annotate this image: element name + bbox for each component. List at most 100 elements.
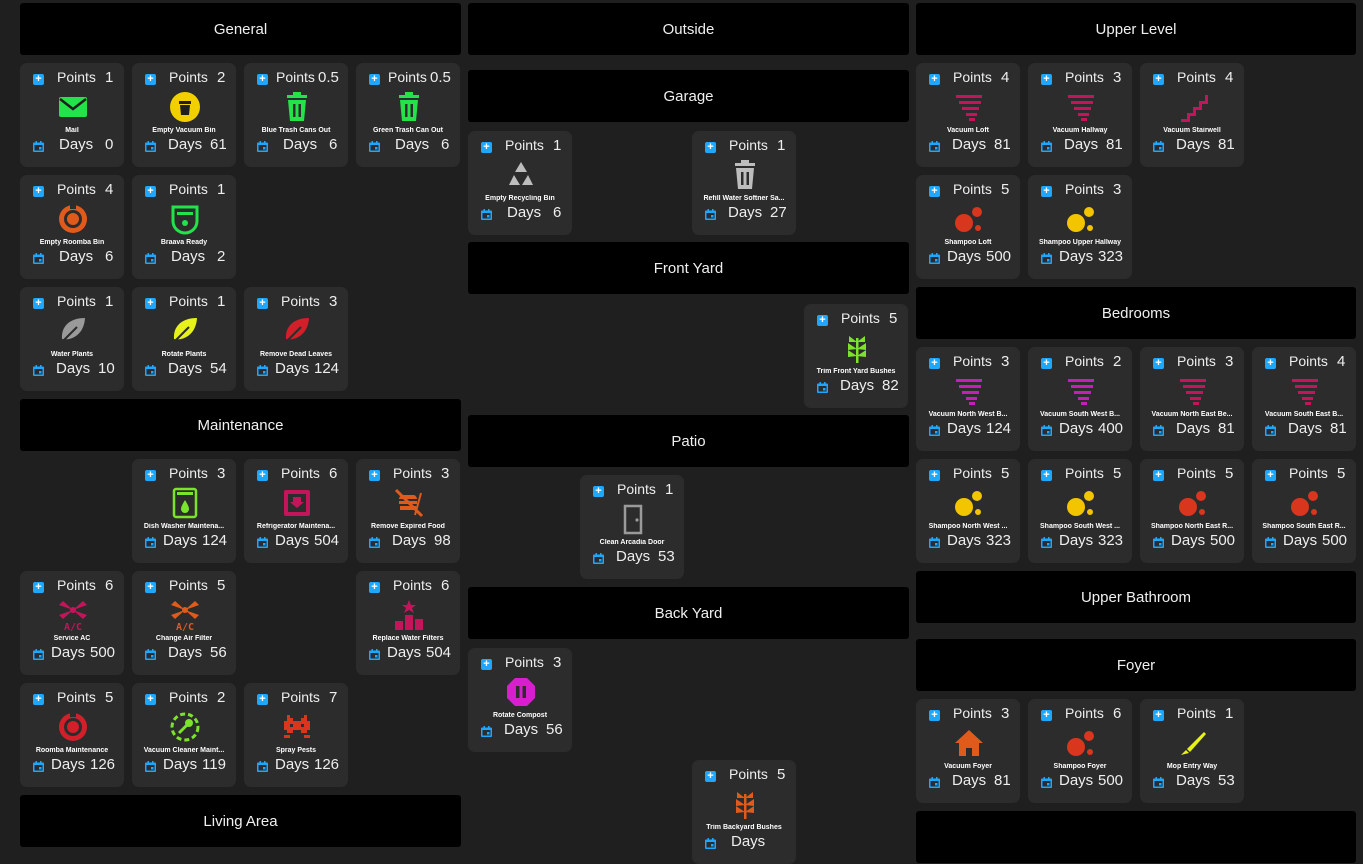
calendar-icon[interactable] xyxy=(257,761,268,772)
add-points-icon[interactable]: + xyxy=(929,74,940,85)
calendar-icon[interactable] xyxy=(929,777,940,788)
chore-card[interactable]: + Points 3 Dish Washer Maintena... Days 124 xyxy=(132,459,236,563)
chore-card[interactable]: + Points 0.5 Green Trash Can Out Days 6 xyxy=(356,63,460,167)
chore-card[interactable]: + Points 6 Shampoo Foyer Days 500 xyxy=(1028,699,1132,803)
add-points-icon[interactable]: + xyxy=(369,582,380,593)
chore-card[interactable]: + Points 3 Vacuum Hallway Days 81 xyxy=(1028,63,1132,167)
calendar-icon[interactable] xyxy=(1153,777,1164,788)
calendar-icon[interactable] xyxy=(1041,537,1052,548)
chore-card[interactable]: + Points 3 Vacuum North East Be... Days 81 xyxy=(1140,347,1244,451)
add-points-icon[interactable]: + xyxy=(1041,186,1052,197)
chore-card[interactable]: + Points 4 Empty Roomba Bin Days 6 xyxy=(20,175,124,279)
chore-card[interactable]: + Points 3 Vacuum North West B... Days 124 xyxy=(916,347,1020,451)
chore-card[interactable]: + Points 1 Rotate Plants Days 54 xyxy=(132,287,236,391)
calendar-icon[interactable] xyxy=(1153,425,1164,436)
calendar-icon[interactable] xyxy=(369,141,380,152)
add-points-icon[interactable]: + xyxy=(257,694,268,705)
add-points-icon[interactable]: + xyxy=(1041,710,1052,721)
chore-card[interactable]: + Points 2 Vacuum South West B... Days 400 xyxy=(1028,347,1132,451)
calendar-icon[interactable] xyxy=(33,253,44,264)
chore-card[interactable]: + Points 0.5 Blue Trash Cans Out Days 6 xyxy=(244,63,348,167)
add-points-icon[interactable]: + xyxy=(33,298,44,309)
calendar-icon[interactable] xyxy=(1041,425,1052,436)
calendar-icon[interactable] xyxy=(1041,253,1052,264)
chore-card[interactable]: + Points 1 Clean Arcadia Door Days 53 xyxy=(580,475,684,579)
chore-card[interactable]: + Points 6 A/C Service AC Days 500 xyxy=(20,571,124,675)
add-points-icon[interactable]: + xyxy=(33,694,44,705)
add-points-icon[interactable]: + xyxy=(1153,470,1164,481)
add-points-icon[interactable]: + xyxy=(369,74,380,85)
add-points-icon[interactable]: + xyxy=(369,470,380,481)
chore-card[interactable]: + Points 4 Vacuum Stairwell Days 81 xyxy=(1140,63,1244,167)
add-points-icon[interactable]: + xyxy=(257,470,268,481)
chore-card[interactable]: + Points 5 Trim Backyard Bushes Days xyxy=(692,760,796,864)
calendar-icon[interactable] xyxy=(593,553,604,564)
add-points-icon[interactable]: + xyxy=(1265,358,1276,369)
calendar-icon[interactable] xyxy=(145,761,156,772)
chore-card[interactable]: + Points 3 Remove Expired Food Days 98 xyxy=(356,459,460,563)
add-points-icon[interactable]: + xyxy=(1041,74,1052,85)
add-points-icon[interactable]: + xyxy=(33,74,44,85)
calendar-icon[interactable] xyxy=(257,141,268,152)
calendar-icon[interactable] xyxy=(33,649,44,660)
chore-card[interactable]: + Points 5 Shampoo North East R... Days 500 xyxy=(1140,459,1244,563)
add-points-icon[interactable]: + xyxy=(145,470,156,481)
calendar-icon[interactable] xyxy=(257,537,268,548)
calendar-icon[interactable] xyxy=(929,141,940,152)
calendar-icon[interactable] xyxy=(481,726,492,737)
add-points-icon[interactable]: + xyxy=(481,142,492,153)
add-points-icon[interactable]: + xyxy=(929,470,940,481)
chore-card[interactable]: + Points 6 Replace Water Filters Days 504 xyxy=(356,571,460,675)
add-points-icon[interactable]: + xyxy=(1265,470,1276,481)
add-points-icon[interactable]: + xyxy=(929,186,940,197)
calendar-icon[interactable] xyxy=(1041,777,1052,788)
add-points-icon[interactable]: + xyxy=(1041,470,1052,481)
calendar-icon[interactable] xyxy=(145,253,156,264)
add-points-icon[interactable]: + xyxy=(145,582,156,593)
add-points-icon[interactable]: + xyxy=(929,358,940,369)
chore-card[interactable]: + Points 5 Trim Front Yard Bushes Days 82 xyxy=(804,304,908,408)
chore-card[interactable]: + Points 5 A/C Change Air Filter Days 56 xyxy=(132,571,236,675)
chore-card[interactable]: + Points 6 Refrigerator Maintena... Days 504 xyxy=(244,459,348,563)
add-points-icon[interactable]: + xyxy=(1041,358,1052,369)
add-points-icon[interactable]: + xyxy=(1153,358,1164,369)
chore-card[interactable]: + Points 5 Shampoo South East R... Days 500 xyxy=(1252,459,1356,563)
chore-card[interactable]: + Points 2 Vacuum Cleaner Maint... Days 119 xyxy=(132,683,236,787)
chore-card[interactable]: + Points 5 Roomba Maintenance Days 126 xyxy=(20,683,124,787)
chore-card[interactable]: + Points 4 Vacuum South East B... Days 81 xyxy=(1252,347,1356,451)
calendar-icon[interactable] xyxy=(929,425,940,436)
calendar-icon[interactable] xyxy=(1041,141,1052,152)
add-points-icon[interactable]: + xyxy=(929,710,940,721)
add-points-icon[interactable]: + xyxy=(33,186,44,197)
add-points-icon[interactable]: + xyxy=(33,582,44,593)
add-points-icon[interactable]: + xyxy=(145,74,156,85)
add-points-icon[interactable]: + xyxy=(257,298,268,309)
add-points-icon[interactable]: + xyxy=(1153,710,1164,721)
calendar-icon[interactable] xyxy=(705,209,716,220)
add-points-icon[interactable]: + xyxy=(705,771,716,782)
calendar-icon[interactable] xyxy=(369,537,380,548)
calendar-icon[interactable] xyxy=(929,537,940,548)
calendar-icon[interactable] xyxy=(145,649,156,660)
chore-card[interactable]: + Points 3 Rotate Compost Days 56 xyxy=(468,648,572,752)
calendar-icon[interactable] xyxy=(145,141,156,152)
calendar-icon[interactable] xyxy=(145,537,156,548)
chore-card[interactable]: + Points 1 Refill Water Softner Sa... Days 27 xyxy=(692,131,796,235)
chore-card[interactable]: + Points 5 Shampoo South West ... Days 323 xyxy=(1028,459,1132,563)
chore-card[interactable]: + Points 1 Mail Days 0 xyxy=(20,63,124,167)
chore-card[interactable]: + Points 2 Empty Vacuum Bin Days 61 xyxy=(132,63,236,167)
add-points-icon[interactable]: + xyxy=(257,74,268,85)
chore-card[interactable]: + Points 3 Shampoo Upper Hallway Days 323 xyxy=(1028,175,1132,279)
calendar-icon[interactable] xyxy=(929,253,940,264)
calendar-icon[interactable] xyxy=(1153,141,1164,152)
chore-card[interactable]: + Points 7 Spray Pests Days 126 xyxy=(244,683,348,787)
calendar-icon[interactable] xyxy=(369,649,380,660)
calendar-icon[interactable] xyxy=(705,838,716,849)
calendar-icon[interactable] xyxy=(145,365,156,376)
add-points-icon[interactable]: + xyxy=(145,694,156,705)
add-points-icon[interactable]: + xyxy=(705,142,716,153)
add-points-icon[interactable]: + xyxy=(1153,74,1164,85)
calendar-icon[interactable] xyxy=(33,365,44,376)
chore-card[interactable]: + Points 4 Vacuum Loft Days 81 xyxy=(916,63,1020,167)
calendar-icon[interactable] xyxy=(481,209,492,220)
